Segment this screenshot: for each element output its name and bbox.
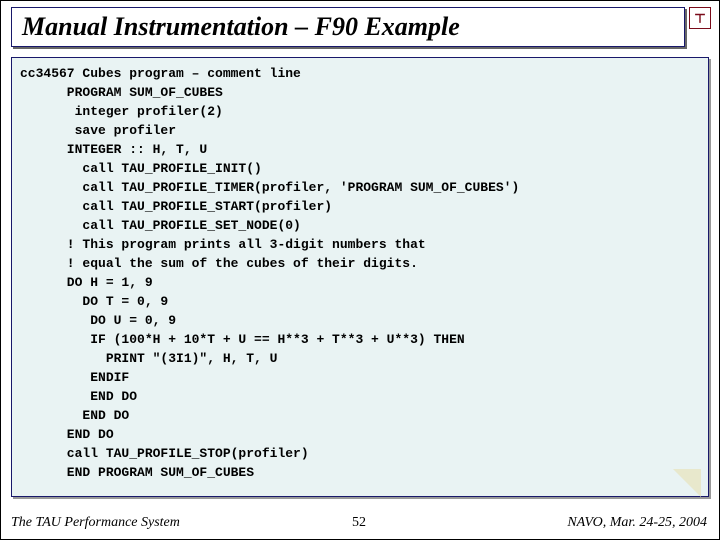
code-content: cc34567 Cubes program – comment line PRO… xyxy=(20,64,700,482)
footer-right: NAVO, Mar. 24-25, 2004 xyxy=(567,515,707,531)
tau-logo-icon xyxy=(689,7,711,29)
title-bar: Manual Instrumentation – F90 Example xyxy=(11,7,685,47)
slide: Manual Instrumentation – F90 Example cc3… xyxy=(0,0,720,540)
footer-left: The TAU Performance System xyxy=(11,515,180,531)
code-block: cc34567 Cubes program – comment line PRO… xyxy=(11,57,709,497)
page-fold-icon xyxy=(673,469,701,497)
footer: The TAU Performance System 52 NAVO, Mar.… xyxy=(11,515,707,531)
slide-title: Manual Instrumentation – F90 Example xyxy=(22,12,460,42)
footer-page-number: 52 xyxy=(352,515,366,531)
